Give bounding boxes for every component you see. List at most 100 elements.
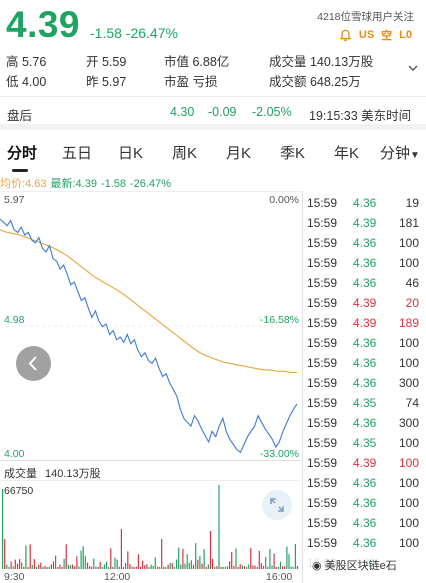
volume-bar (129, 563, 131, 569)
quote-header: 4.39 -1.58 -26.47% 4218位雪球用户关注 US 空 L0 高… (0, 0, 426, 128)
volume-bar (27, 567, 29, 569)
volume-bar (156, 566, 159, 569)
volume-bar (91, 566, 93, 569)
chevron-down-icon[interactable] (407, 62, 419, 74)
last-price: 4.39 (6, 4, 81, 45)
legend-pct: -26.47% (130, 178, 171, 190)
volume-bar (186, 554, 188, 569)
volume-bar (243, 566, 245, 569)
volume-bar (99, 561, 101, 569)
volume-label: 成交量 (4, 468, 37, 480)
trade-row: 15:59 4.39 181 (303, 212, 426, 232)
trade-time: 15:59 (307, 196, 338, 210)
volume-bar (167, 564, 169, 569)
trade-price: 4.36 (353, 336, 377, 350)
volume-bar (8, 567, 10, 569)
volume-bar (137, 554, 139, 569)
volume-bar (237, 567, 239, 569)
volume-bar (127, 551, 129, 569)
trade-time: 15:59 (307, 236, 338, 250)
trade-volume: 100 (398, 536, 419, 550)
volume-bar (44, 565, 46, 569)
trade-row: 15:59 4.39 189 (303, 312, 426, 332)
tab-yearly-k[interactable]: 年K (334, 142, 359, 163)
volume-bar (290, 566, 292, 569)
volume-header: 成交量 140.13万股 (0, 461, 301, 481)
volume-bar (154, 557, 156, 569)
followers-count[interactable]: 4218位雪球用户关注 (317, 9, 414, 24)
tab-daily-k[interactable]: 日K (118, 142, 143, 163)
volume-bar (233, 565, 235, 569)
legend-avg: 均价:4.63 (0, 178, 47, 190)
volume-bar (148, 567, 150, 569)
volume-bar (180, 564, 182, 569)
trade-volume: 100 (398, 516, 419, 530)
volume-bar (110, 548, 112, 569)
chart-prev-button[interactable] (16, 346, 51, 381)
trade-price: 4.39 (353, 456, 377, 470)
volume-bar (12, 566, 14, 569)
trade-row: 15:59 4.36 100 (303, 492, 426, 512)
volume-bar (144, 565, 146, 569)
tick-trades-list[interactable]: 15:59 4.36 19 15:59 4.39 181 15:59 4.36 100 15:59… (302, 191, 426, 583)
volume-bar (135, 566, 137, 569)
volume-bar (248, 564, 250, 569)
volume-bar (61, 567, 63, 569)
bell-icon[interactable] (339, 29, 352, 42)
volume-bar (122, 567, 125, 569)
volume-bar (214, 566, 216, 569)
trade-price: 4.39 (353, 216, 377, 230)
tab-quarterly-k[interactable]: 季K (280, 142, 305, 163)
volume-bar (226, 566, 229, 569)
trade-time: 15:59 (307, 276, 338, 290)
tab-weekly-k[interactable]: 周K (172, 142, 197, 163)
trade-volume: 189 (398, 316, 419, 330)
volume-bar (103, 564, 105, 569)
trade-row: 15:59 4.36 19 (303, 192, 426, 212)
fullscreen-button[interactable] (262, 490, 292, 520)
volume-bar (165, 567, 167, 569)
tab-monthly-k[interactable]: 月K (226, 142, 251, 163)
level-tag: L0 (399, 29, 412, 41)
last-price-line (0, 218, 298, 454)
volume-bar (207, 564, 209, 569)
market-tag-us: US (358, 29, 375, 41)
tab-intraday[interactable]: 分时 (7, 142, 37, 163)
volume-bar (231, 552, 233, 569)
volume-bar (59, 564, 61, 569)
trade-time: 15:59 (307, 416, 338, 430)
trade-volume: 100 (398, 436, 419, 450)
intraday-chart[interactable]: 5.97 4.98 4.00 0.00% -16.58% -33.00% (0, 191, 301, 461)
tab-five-day[interactable]: 五日 (62, 142, 92, 163)
trade-volume: 19 (405, 196, 419, 210)
trade-row: 15:59 4.36 300 (303, 412, 426, 432)
volume-bar (282, 566, 284, 569)
trade-price: 4.35 (353, 396, 377, 410)
volume-bar (33, 559, 35, 569)
wechat-icon: ◉ (312, 560, 322, 572)
volume-bar (101, 567, 103, 569)
trade-price: 4.36 (353, 236, 377, 250)
trade-row: 15:59 4.35 74 (303, 392, 426, 412)
trade-row: 15:59 4.36 100 (303, 332, 426, 352)
volume-bar (76, 556, 78, 569)
price-change: -1.58 -26.47% (90, 25, 178, 41)
y-axis-bot: 4.00 (4, 448, 25, 460)
price-chart-svg (0, 191, 301, 461)
volume-bar (84, 556, 86, 569)
trade-volume: 74 (405, 396, 419, 410)
after-hours-pct: -2.05% (252, 105, 292, 119)
trade-volume: 100 (398, 336, 419, 350)
tab-minute[interactable]: 分钟▼ (380, 142, 420, 163)
volume-bar (250, 548, 252, 569)
trade-volume: 100 (398, 356, 419, 370)
trade-row: 15:59 4.35 100 (303, 432, 426, 452)
volume-bar (133, 567, 135, 569)
after-hours-change: -0.09 (208, 105, 237, 119)
volume-bar (131, 566, 133, 569)
volume-bar (6, 564, 8, 569)
volume-bar (265, 556, 267, 569)
volume-bar (173, 567, 175, 569)
chevron-left-icon (28, 356, 37, 371)
trade-row: 15:59 4.39 100 (303, 452, 426, 472)
